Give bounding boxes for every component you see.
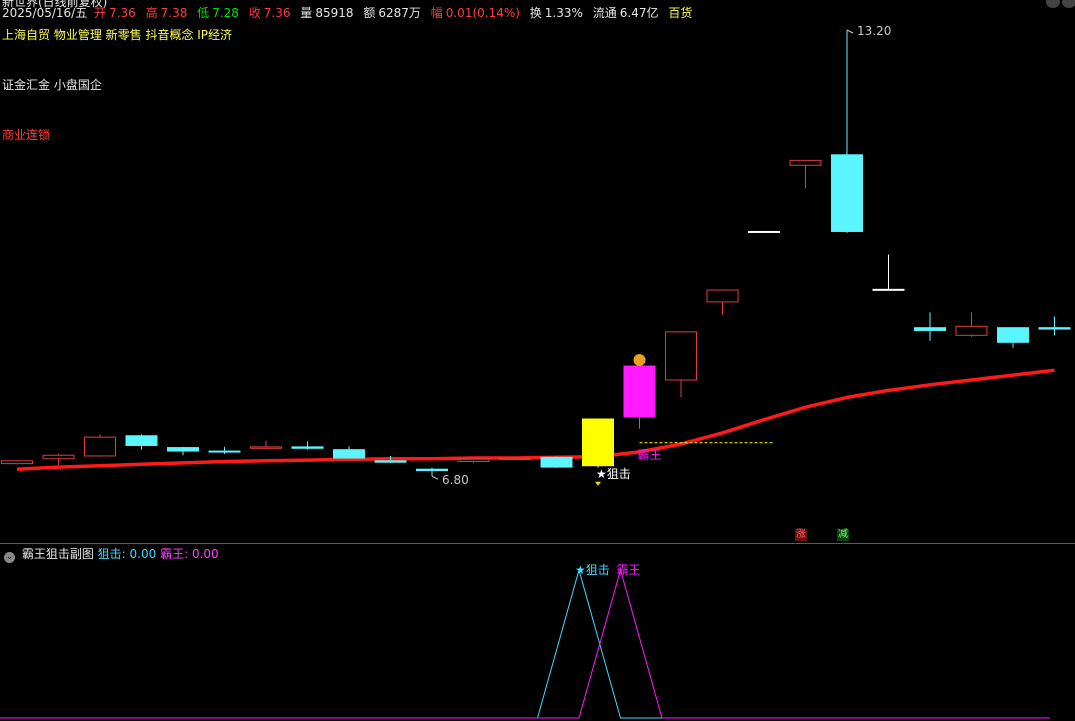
candle-body — [374, 460, 407, 463]
candle-body — [623, 365, 656, 418]
concept-tags-2: 证金汇金 小盘国企 — [2, 78, 102, 92]
candle-body — [250, 446, 282, 449]
minimize-icon[interactable] — [1046, 0, 1060, 8]
candle-body — [706, 289, 739, 303]
close-label: 收 7.36 — [248, 6, 291, 20]
concept-tags-1: 上海自贸 物业管理 新零售 抖音概念 IP经济 — [2, 28, 233, 42]
candle-body — [540, 456, 573, 468]
candle-body — [291, 446, 324, 449]
volume-label: 量 85918 — [300, 6, 354, 20]
sub-chart-title: 霸王狙击副图 — [21, 547, 94, 561]
snipe-arrow-icon — [595, 481, 601, 486]
candle-body — [208, 450, 241, 453]
king-signal-label: 霸王 — [638, 448, 662, 462]
quote-date: 2025/05/16/五 — [2, 6, 88, 20]
close-icon[interactable] — [1062, 0, 1075, 8]
low-label: 低 7.28 — [197, 6, 239, 20]
candle-body — [125, 435, 158, 446]
jian-badge: 减 — [837, 529, 849, 541]
concept-tags-3: 商业连锁 — [2, 128, 51, 142]
info-bar: 新世界(日线前复权) 2025/05/16/五 开 7.36 高 7.38 低 7.2… — [0, 0, 1075, 22]
float-label: 流通 6.47亿 — [592, 6, 659, 20]
candle-body — [872, 288, 905, 291]
candle-body — [1, 460, 33, 465]
max-price-label: 13.20 — [857, 24, 891, 38]
snipe-signal-label: ★狙击 — [596, 467, 631, 481]
high-label: 高 7.38 — [145, 6, 188, 20]
candle-body — [457, 458, 490, 463]
sub-king-label: 霸王 — [617, 563, 641, 577]
open-label: 开 7.36 — [94, 6, 136, 20]
sub-snipe-label: ★狙击 — [575, 563, 610, 577]
candle-body — [831, 154, 863, 232]
candle-body — [914, 327, 946, 331]
zhang-badge: 涨 — [795, 529, 807, 541]
candle-body — [84, 436, 116, 457]
king-readout: 霸王: 0.00 — [160, 547, 219, 561]
candle-body — [333, 449, 365, 459]
candlestick-chart[interactable]: 13.206.80 ★狙击霸王★狙击 霸王 — [0, 0, 1075, 721]
candle-body — [42, 454, 75, 460]
sub-chart-header: ⌄ 霸王狙击副图 狙击: 0.00 霸王: 0.00 — [4, 545, 219, 563]
candle-body — [1038, 327, 1071, 330]
turnover-label: 换 1.33% — [529, 6, 583, 20]
candle-body — [416, 468, 448, 472]
max-pointer — [846, 29, 854, 34]
candle-body — [789, 159, 822, 166]
snipe-readout: 狙击: 0.00 — [97, 547, 157, 561]
min-price-label: 6.80 — [442, 473, 469, 487]
sector-label: 百货 — [668, 6, 693, 20]
quote-row: 2025/05/16/五 开 7.36 高 7.38 低 7.28 收 7.36 量 85… — [2, 4, 695, 21]
panel-divider[interactable] — [0, 543, 1075, 544]
snipe-series-line — [0, 568, 1050, 719]
ma-line — [16, 368, 1055, 471]
candle-body — [955, 325, 988, 336]
change-label: 幅 0.01(0.14%) — [430, 6, 520, 20]
candle-body — [582, 418, 614, 467]
money-bag-icon — [633, 354, 646, 367]
collapse-icon[interactable]: ⌄ — [4, 552, 15, 563]
candle-body — [665, 331, 697, 381]
min-pointer — [431, 475, 439, 480]
king-series-line — [0, 568, 1050, 719]
candle-body — [748, 230, 780, 233]
candle-body — [997, 327, 1029, 343]
amount-label: 额 6287万 — [363, 6, 421, 20]
candle-body — [167, 447, 199, 452]
